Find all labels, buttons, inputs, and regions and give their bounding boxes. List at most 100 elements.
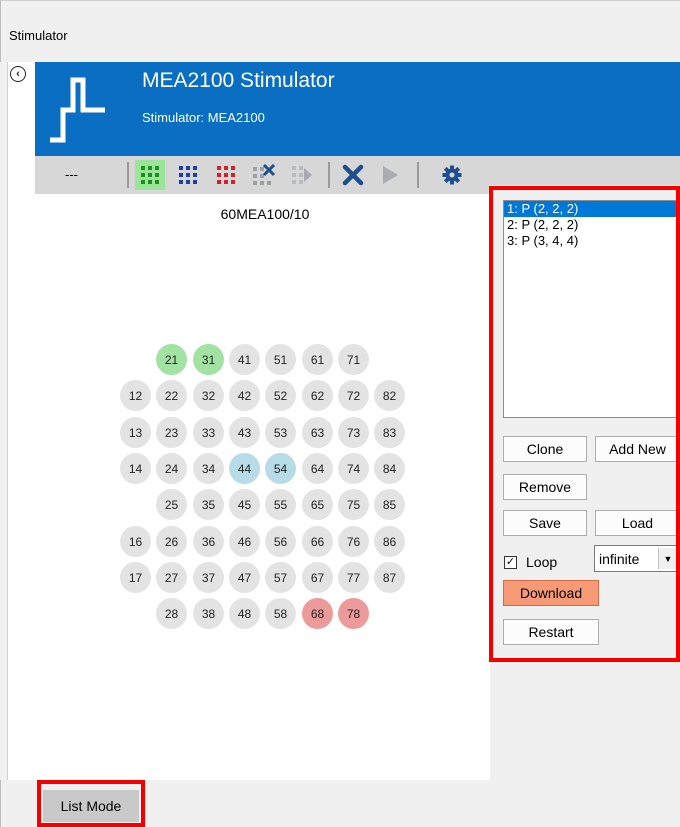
electrode-51[interactable]: 51 — [265, 344, 296, 375]
electrode-82[interactable]: 82 — [374, 380, 405, 411]
electrode-85[interactable]: 85 — [374, 489, 405, 520]
electrode-33[interactable]: 33 — [193, 417, 224, 448]
electrode-83[interactable]: 83 — [374, 417, 405, 448]
loop-mode-value: infinite — [599, 551, 640, 567]
electrode-44[interactable]: 44 — [229, 453, 260, 484]
remove-button[interactable]: Remove — [503, 474, 587, 500]
electrode-65[interactable]: 65 — [302, 489, 333, 520]
select-ground-button[interactable] — [173, 160, 203, 190]
electrode-57[interactable]: 57 — [265, 562, 296, 593]
chevron-down-icon[interactable]: ▼ — [658, 548, 677, 569]
electrode-21[interactable]: 21 — [156, 344, 187, 375]
electrode-72[interactable]: 72 — [338, 380, 369, 411]
electrode-42[interactable]: 42 — [229, 380, 260, 411]
left-strip — [0, 62, 8, 780]
electrode-34[interactable]: 34 — [193, 453, 224, 484]
electrode-63[interactable]: 63 — [302, 417, 333, 448]
pattern-list-item[interactable]: 2: P (2, 2, 2) — [504, 217, 679, 233]
restart-button[interactable]: Restart — [503, 619, 599, 645]
electrode-36[interactable]: 36 — [193, 526, 224, 557]
electrode-32[interactable]: 32 — [193, 380, 224, 411]
electrode-43[interactable]: 43 — [229, 417, 260, 448]
select-electrodes-button[interactable] — [135, 160, 165, 190]
electrode-68[interactable]: 68 — [302, 598, 333, 629]
electrode-38[interactable]: 38 — [193, 598, 224, 629]
electrode-14[interactable]: 14 — [120, 453, 151, 484]
electrode-47[interactable]: 47 — [229, 562, 260, 593]
electrode-61[interactable]: 61 — [302, 344, 333, 375]
start-button[interactable] — [375, 160, 405, 190]
clear-selection-button[interactable] — [249, 160, 279, 190]
window-titlebar: Stimulator — [0, 0, 680, 62]
select-blank-button[interactable] — [211, 160, 241, 190]
electrode-56[interactable]: 56 — [265, 526, 296, 557]
app-title: MEA2100 Stimulator — [142, 69, 335, 92]
electrode-41[interactable]: 41 — [229, 344, 260, 375]
save-button[interactable]: Save — [503, 510, 587, 536]
electrode-28[interactable]: 28 — [156, 598, 187, 629]
toolbar-dash-label: --- — [65, 167, 78, 182]
settings-button[interactable] — [437, 160, 467, 190]
app-header: MEA2100 Stimulator Stimulator: MEA2100 — [35, 62, 680, 156]
electrode-45[interactable]: 45 — [229, 489, 260, 520]
loop-mode-select[interactable]: infinite ▼ — [594, 545, 680, 572]
window-title: Stimulator — [9, 28, 68, 43]
loop-checkbox[interactable]: ✓ — [504, 556, 517, 569]
pattern-list[interactable]: 1: P (2, 2, 2) 2: P (2, 2, 2) 3: P (3, 4… — [503, 200, 680, 418]
electrode-66[interactable]: 66 — [302, 526, 333, 557]
electrode-62[interactable]: 62 — [302, 380, 333, 411]
electrode-31[interactable]: 31 — [193, 344, 224, 375]
electrode-74[interactable]: 74 — [338, 453, 369, 484]
electrode-22[interactable]: 22 — [156, 380, 187, 411]
stimulus-logo-icon — [50, 77, 105, 143]
electrode-87[interactable]: 87 — [374, 562, 405, 593]
download-button[interactable]: Download — [503, 580, 599, 606]
toolbar-separator — [127, 162, 129, 188]
load-button[interactable]: Load — [595, 510, 680, 536]
electrode-16[interactable]: 16 — [120, 526, 151, 557]
electrode-27[interactable]: 27 — [156, 562, 187, 593]
electrode-48[interactable]: 48 — [229, 598, 260, 629]
electrode-84[interactable]: 84 — [374, 453, 405, 484]
bottom-left-strip — [0, 780, 35, 827]
grid-play-button[interactable] — [287, 160, 317, 190]
pattern-list-item[interactable]: 1: P (2, 2, 2) — [504, 201, 679, 217]
electrode-37[interactable]: 37 — [193, 562, 224, 593]
electrode-12[interactable]: 12 — [120, 380, 151, 411]
electrode-23[interactable]: 23 — [156, 417, 187, 448]
electrode-53[interactable]: 53 — [265, 417, 296, 448]
electrode-24[interactable]: 24 — [156, 453, 187, 484]
electrode-13[interactable]: 13 — [120, 417, 151, 448]
list-mode-button[interactable]: List Mode — [43, 790, 139, 822]
stop-button[interactable] — [338, 160, 368, 190]
toolbar-separator — [417, 162, 419, 188]
electrode-55[interactable]: 55 — [265, 489, 296, 520]
grid-green-icon — [141, 166, 159, 184]
electrode-77[interactable]: 77 — [338, 562, 369, 593]
electrode-64[interactable]: 64 — [302, 453, 333, 484]
electrode-75[interactable]: 75 — [338, 489, 369, 520]
toolbar-separator — [328, 162, 330, 188]
electrode-67[interactable]: 67 — [302, 562, 333, 593]
electrode-58[interactable]: 58 — [265, 598, 296, 629]
grid-blue-icon — [179, 166, 197, 184]
electrode-35[interactable]: 35 — [193, 489, 224, 520]
electrode-76[interactable]: 76 — [338, 526, 369, 557]
electrode-17[interactable]: 17 — [120, 562, 151, 593]
electrode-54[interactable]: 54 — [265, 453, 296, 484]
layout-name: 60MEA100/10 — [220, 206, 310, 222]
electrode-78[interactable]: 78 — [338, 598, 369, 629]
electrode-25[interactable]: 25 — [156, 489, 187, 520]
electrode-71[interactable]: 71 — [338, 344, 369, 375]
electrode-52[interactable]: 52 — [265, 380, 296, 411]
collapse-panel-icon[interactable]: ‹ — [10, 66, 26, 82]
grid-red-icon — [217, 166, 235, 184]
stimulator-subtitle: Stimulator: MEA2100 — [142, 110, 265, 125]
electrode-46[interactable]: 46 — [229, 526, 260, 557]
electrode-86[interactable]: 86 — [374, 526, 405, 557]
pattern-list-item[interactable]: 3: P (3, 4, 4) — [504, 233, 679, 249]
electrode-73[interactable]: 73 — [338, 417, 369, 448]
clone-button[interactable]: Clone — [503, 436, 587, 462]
electrode-26[interactable]: 26 — [156, 526, 187, 557]
add-new-button[interactable]: Add New — [595, 436, 680, 462]
